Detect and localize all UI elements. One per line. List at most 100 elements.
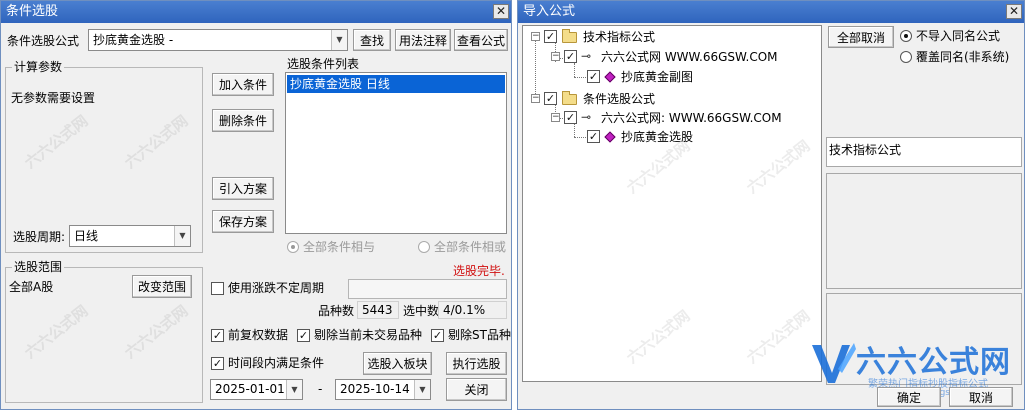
remove-st-checkbox[interactable]: ✓ xyxy=(431,329,444,342)
chevron-down-icon[interactable]: ▼ xyxy=(414,380,430,399)
calc-params-group: 计算参数 无参数需要设置 选股周期: 日线 ▼ xyxy=(5,60,203,253)
chevron-down-icon[interactable]: ▼ xyxy=(286,380,302,399)
list-item[interactable]: 抄底黄金选股 日线 xyxy=(287,75,505,93)
calc-params-title: 计算参数 xyxy=(12,60,65,74)
tree-node-checkbox[interactable]: ✓ xyxy=(544,30,557,43)
save-plan-button[interactable]: 保存方案 xyxy=(212,210,274,233)
remove-st-label: 剔除ST品种 xyxy=(448,328,511,342)
count-value: 5443 xyxy=(357,301,399,319)
collapse-toggle[interactable]: − xyxy=(551,52,560,61)
folder-icon xyxy=(562,91,577,105)
select-range-group: 选股范围 全部A股 改变范围 xyxy=(5,260,203,403)
period-combobox[interactable]: 日线 ▼ xyxy=(69,225,191,247)
tree-line xyxy=(574,137,586,138)
date-separator: - xyxy=(318,382,323,396)
ok-button[interactable]: 确定 xyxy=(877,387,941,407)
pre-adjust-checkbox[interactable]: ✓ xyxy=(211,329,224,342)
selected-label: 选中数 xyxy=(403,304,440,318)
uncertain-period-label: 使用涨跌不定周期 xyxy=(228,281,325,295)
close-window-button[interactable]: ✕ xyxy=(493,4,509,19)
chevron-down-icon[interactable]: ▼ xyxy=(331,30,347,50)
tree-line xyxy=(574,63,575,77)
time-range-label: 时间段内满足条件 xyxy=(228,356,325,370)
tree-node-checkbox[interactable]: ✓ xyxy=(544,92,557,105)
tree-line xyxy=(535,40,536,98)
delete-condition-button[interactable]: 删除条件 xyxy=(212,109,274,132)
period-value: 日线 xyxy=(74,229,99,243)
selected-value: 4/0.1% xyxy=(438,301,507,319)
cancel-all-button[interactable]: 全部取消 xyxy=(828,26,894,48)
radio-all-or-label: 全部条件相或 xyxy=(434,240,507,254)
execute-select-button[interactable]: 执行选股 xyxy=(446,352,507,375)
select-to-block-button[interactable]: 选股入板块 xyxy=(363,352,432,375)
radio-all-and-label: 全部条件相与 xyxy=(303,240,376,254)
formula-combobox[interactable]: 抄底黄金选股 - ▼ xyxy=(88,29,348,51)
count-label: 品种数 xyxy=(318,304,355,318)
close-window-button[interactable]: ✕ xyxy=(1006,4,1022,19)
no-params-text: 无参数需要设置 xyxy=(11,91,96,105)
collapse-toggle[interactable]: − xyxy=(531,32,540,41)
collapse-toggle[interactable]: − xyxy=(531,94,540,103)
uncertain-period-checkbox[interactable] xyxy=(211,282,224,295)
formula-icon xyxy=(604,131,616,143)
watermark: 六六公式网 xyxy=(623,306,694,368)
pre-adjust-label: 前复权数据 xyxy=(228,328,289,342)
usage-notes-button[interactable]: 用法注释 xyxy=(395,29,451,51)
tree-leaf-checkbox[interactable]: ✓ xyxy=(587,130,600,143)
tree-leaf-label: 抄底黄金选股 xyxy=(621,130,694,144)
tree-leaf-checkbox[interactable]: ✓ xyxy=(587,70,600,83)
window-title: 导入公式 xyxy=(518,1,1024,23)
select-range-title: 选股范围 xyxy=(12,260,65,274)
date-from-value: 2025-01-01 xyxy=(215,382,285,396)
add-condition-button[interactable]: 加入条件 xyxy=(212,73,274,96)
time-range-checkbox[interactable]: ✓ xyxy=(211,357,224,370)
formula-label: 条件选股公式 xyxy=(7,34,80,48)
close-button[interactable]: 关闭 xyxy=(446,378,507,401)
condition-select-window: 条件选股 ✕ 六六公式网 六六公式网 六六公式网 六六公式网 条件选股公式 抄底… xyxy=(0,0,512,410)
key-icon: ⊸ xyxy=(581,110,592,124)
formula-info-panel xyxy=(826,173,1022,289)
date-from-picker[interactable]: 2025-01-01 ▼ xyxy=(210,379,303,400)
tree-node-checkbox[interactable]: ✓ xyxy=(564,50,577,63)
range-value: 全部A股 xyxy=(9,280,54,294)
chevron-down-icon[interactable]: ▼ xyxy=(174,226,190,246)
import-plan-button[interactable]: 引入方案 xyxy=(212,177,274,200)
uncertain-period-input[interactable] xyxy=(348,279,507,299)
find-button[interactable]: 查找 xyxy=(353,29,391,51)
collapse-toggle[interactable]: − xyxy=(551,113,560,122)
tree-node-label: 条件选股公式 xyxy=(583,92,656,106)
condition-list[interactable]: 抄底黄金选股 日线 xyxy=(285,72,507,234)
cancel-button[interactable]: 取消 xyxy=(949,387,1013,407)
status-text: 选股完毕. xyxy=(453,264,505,278)
remove-untraded-checkbox[interactable]: ✓ xyxy=(297,329,310,342)
tree-line xyxy=(574,123,575,137)
list-item-label: 抄底黄金选股 日线 xyxy=(290,77,390,91)
tree-node-label: 六六公式网: WWW.66GSW.COM xyxy=(601,111,782,125)
change-range-button[interactable]: 改变范围 xyxy=(132,275,192,298)
formula-type-text: 技术指标公式 xyxy=(829,143,902,157)
tree-node-label: 技术指标公式 xyxy=(583,30,656,44)
radio-no-import-label: 不导入同名公式 xyxy=(916,29,1001,43)
period-label: 选股周期: xyxy=(13,230,66,244)
radio-all-and[interactable] xyxy=(287,241,299,253)
tree-leaf-label: 抄底黄金副图 xyxy=(621,70,694,84)
folder-icon xyxy=(562,29,577,43)
radio-no-import[interactable] xyxy=(900,30,912,42)
view-formula-button[interactable]: 查看公式 xyxy=(454,29,508,51)
formula-icon xyxy=(604,71,616,83)
radio-overwrite-label: 覆盖同名(非系统) xyxy=(916,50,1010,64)
tree-line xyxy=(574,77,586,78)
date-to-value: 2025-10-14 xyxy=(340,382,410,396)
date-to-picker[interactable]: 2025-10-14 ▼ xyxy=(335,379,431,400)
condition-list-title: 选股条件列表 xyxy=(287,57,360,71)
tree-node-checkbox[interactable]: ✓ xyxy=(564,111,577,124)
remove-untraded-label: 剔除当前未交易品种 xyxy=(314,328,423,342)
radio-overwrite[interactable] xyxy=(900,51,912,63)
radio-all-or[interactable] xyxy=(418,241,430,253)
key-icon: ⊸ xyxy=(581,49,592,63)
logo-mark-icon xyxy=(812,343,856,383)
watermark: 六六公式网 xyxy=(743,136,814,198)
formula-value: 抄底黄金选股 - xyxy=(93,33,174,47)
formula-type-panel: 技术指标公式 xyxy=(826,137,1022,167)
formula-tree[interactable]: 六六公式网 六六公式网 六六公式网 六六公式网 − ✓ 技术指标公式 − ✓ ⊸… xyxy=(522,25,822,382)
